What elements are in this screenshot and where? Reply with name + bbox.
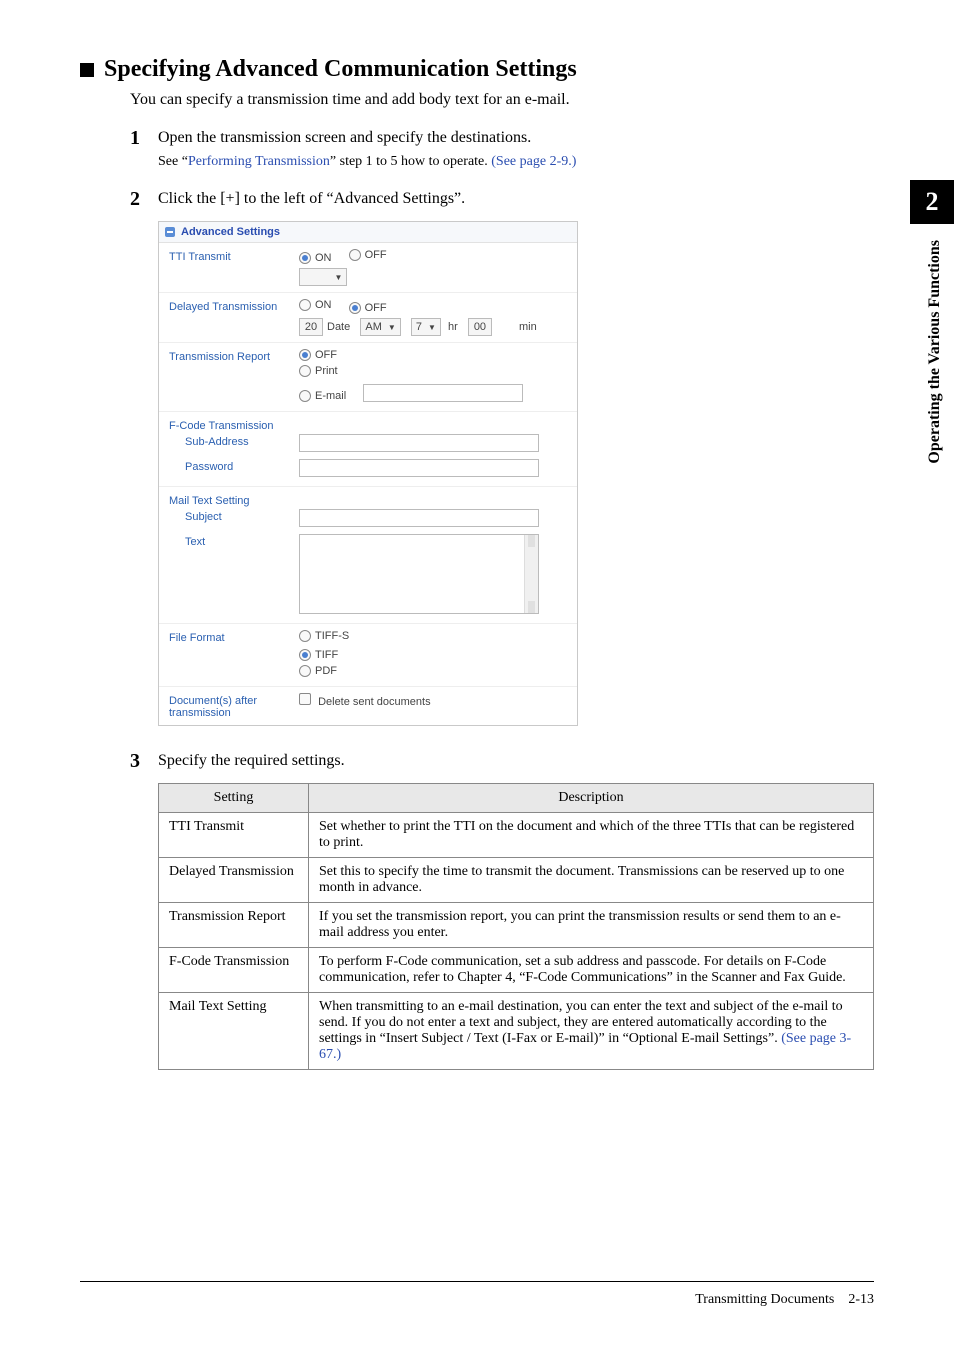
report-email-field[interactable] — [363, 384, 523, 402]
chapter-number: 2 — [926, 187, 939, 217]
radio-pdf[interactable]: PDF — [299, 665, 337, 677]
cell-description: Set this to specify the time to transmit… — [309, 858, 874, 903]
settings-table: Setting Description TTI Transmit Set whe… — [158, 783, 874, 1070]
footer: Transmitting Documents 2-13 — [695, 1292, 874, 1308]
table-row: Delayed Transmission Set this to specify… — [159, 858, 874, 903]
step-1-number: 1 — [130, 127, 158, 150]
th-setting: Setting — [159, 784, 309, 813]
link-performing-transmission[interactable]: Performing Transmission — [188, 154, 330, 169]
radio-tiff[interactable]: TIFF — [299, 649, 338, 661]
label-fcode-transmission: F-Code Transmission — [169, 418, 299, 432]
label-delayed-transmission: Delayed Transmission — [169, 299, 299, 336]
row-fcode-password: Password — [159, 457, 577, 487]
row-delayed-transmission: Delayed Transmission ON OFF 20Date AM▼ 7… — [159, 293, 577, 343]
cell-description: To perform F-Code communication, set a s… — [309, 948, 874, 993]
row-documents-after: Document(s) after transmission Delete se… — [159, 687, 577, 725]
row-fcode-subaddress: Sub-Address — [159, 432, 577, 457]
cell-description: If you set the transmission report, you … — [309, 903, 874, 948]
chevron-down-icon: ▼ — [388, 323, 396, 332]
chapter-tab: 2 — [910, 180, 954, 224]
text-field[interactable] — [299, 534, 539, 614]
checkbox-delete-sent[interactable] — [299, 696, 315, 708]
cell-setting: Transmission Report — [159, 903, 309, 948]
panel-title: Advanced Settings — [181, 226, 280, 238]
row-file-format: File Format TIFF-S TIFF PDF — [159, 624, 577, 687]
label-documents-after: Document(s) after transmission — [169, 693, 299, 719]
label-mail-text-setting: Mail Text Setting — [169, 493, 299, 507]
row-mail-subject: Subject — [159, 507, 577, 532]
sub-address-field[interactable] — [299, 434, 539, 452]
cell-setting: Delayed Transmission — [159, 858, 309, 903]
step-1-body: Open the transmission screen and specify… — [158, 127, 531, 150]
chevron-down-icon: ▼ — [334, 273, 342, 282]
side-label: Operating the Various Functions — [926, 240, 944, 464]
label-subject: Subject — [169, 509, 299, 530]
step-3-number: 3 — [130, 750, 158, 773]
cell-setting: F-Code Transmission — [159, 948, 309, 993]
password-field[interactable] — [299, 459, 539, 477]
panel-header[interactable]: Advanced Settings — [159, 222, 577, 243]
radio-tti-off[interactable]: OFF — [349, 249, 387, 261]
row-fcode-header: F-Code Transmission — [159, 412, 577, 432]
radio-delayed-on[interactable]: ON — [299, 299, 332, 311]
radio-report-email[interactable]: E-mail — [299, 390, 346, 402]
cell-description: When transmitting to an e-mail destinati… — [309, 993, 874, 1070]
date-field[interactable]: 20 — [299, 318, 323, 336]
radio-report-print[interactable]: Print — [299, 365, 338, 377]
footer-page: 2-13 — [848, 1292, 874, 1307]
step-1: 1 Open the transmission screen and speci… — [130, 127, 874, 150]
row-mail-text: Text — [159, 532, 577, 624]
table-row: Transmission Report If you set the trans… — [159, 903, 874, 948]
label-password: Password — [169, 459, 299, 480]
advanced-settings-panel: Advanced Settings TTI Transmit ON OFF ▼ … — [158, 221, 578, 726]
radio-tti-on[interactable]: ON — [299, 252, 332, 264]
subject-field[interactable] — [299, 509, 539, 527]
step-2: 2 Click the [+] to the left of “Advanced… — [130, 188, 874, 211]
hour-select[interactable]: 7▼ — [411, 318, 441, 336]
step-3: 3 Specify the required settings. — [130, 750, 874, 773]
heading-bullet-icon — [80, 63, 94, 77]
minute-field[interactable]: 00 — [468, 318, 492, 336]
table-row: F-Code Transmission To perform F-Code co… — [159, 948, 874, 993]
label-tti-transmit: TTI Transmit — [169, 249, 299, 286]
row-transmission-report: Transmission Report OFF Print E-mail — [159, 343, 577, 412]
chevron-down-icon: ▼ — [428, 323, 436, 332]
section-heading: Specifying Advanced Communication Settin… — [80, 56, 874, 83]
footer-title: Transmitting Documents — [695, 1292, 834, 1307]
step-1-note: See “Performing Transmission” step 1 to … — [158, 154, 874, 170]
step-2-number: 2 — [130, 188, 158, 211]
label-sub-address: Sub-Address — [169, 434, 299, 455]
table-row: Mail Text Setting When transmitting to a… — [159, 993, 874, 1070]
link-see-page-2-9[interactable]: (See page 2-9.) — [491, 154, 576, 169]
footer-rule — [80, 1281, 874, 1282]
radio-report-off[interactable]: OFF — [299, 349, 337, 361]
collapse-icon[interactable] — [165, 227, 175, 237]
radio-tiff-s[interactable]: TIFF-S — [299, 630, 349, 642]
step-3-body: Specify the required settings. — [158, 750, 345, 773]
scrollbar[interactable] — [524, 535, 538, 613]
tti-select[interactable]: ▼ — [299, 268, 347, 286]
radio-delayed-off[interactable]: OFF — [349, 302, 387, 314]
ampm-select[interactable]: AM▼ — [360, 318, 400, 336]
row-tti-transmit: TTI Transmit ON OFF ▼ — [159, 243, 577, 293]
table-row: TTI Transmit Set whether to print the TT… — [159, 813, 874, 858]
row-mail-header: Mail Text Setting — [159, 487, 577, 507]
th-description: Description — [309, 784, 874, 813]
intro-text: You can specify a transmission time and … — [130, 91, 874, 109]
heading-text: Specifying Advanced Communication Settin… — [104, 56, 577, 83]
cell-setting: Mail Text Setting — [159, 993, 309, 1070]
cell-setting: TTI Transmit — [159, 813, 309, 858]
label-file-format: File Format — [169, 630, 299, 680]
label-transmission-report: Transmission Report — [169, 349, 299, 405]
cell-description: Set whether to print the TTI on the docu… — [309, 813, 874, 858]
step-2-body: Click the [+] to the left of “Advanced S… — [158, 188, 465, 211]
label-text: Text — [169, 534, 299, 617]
